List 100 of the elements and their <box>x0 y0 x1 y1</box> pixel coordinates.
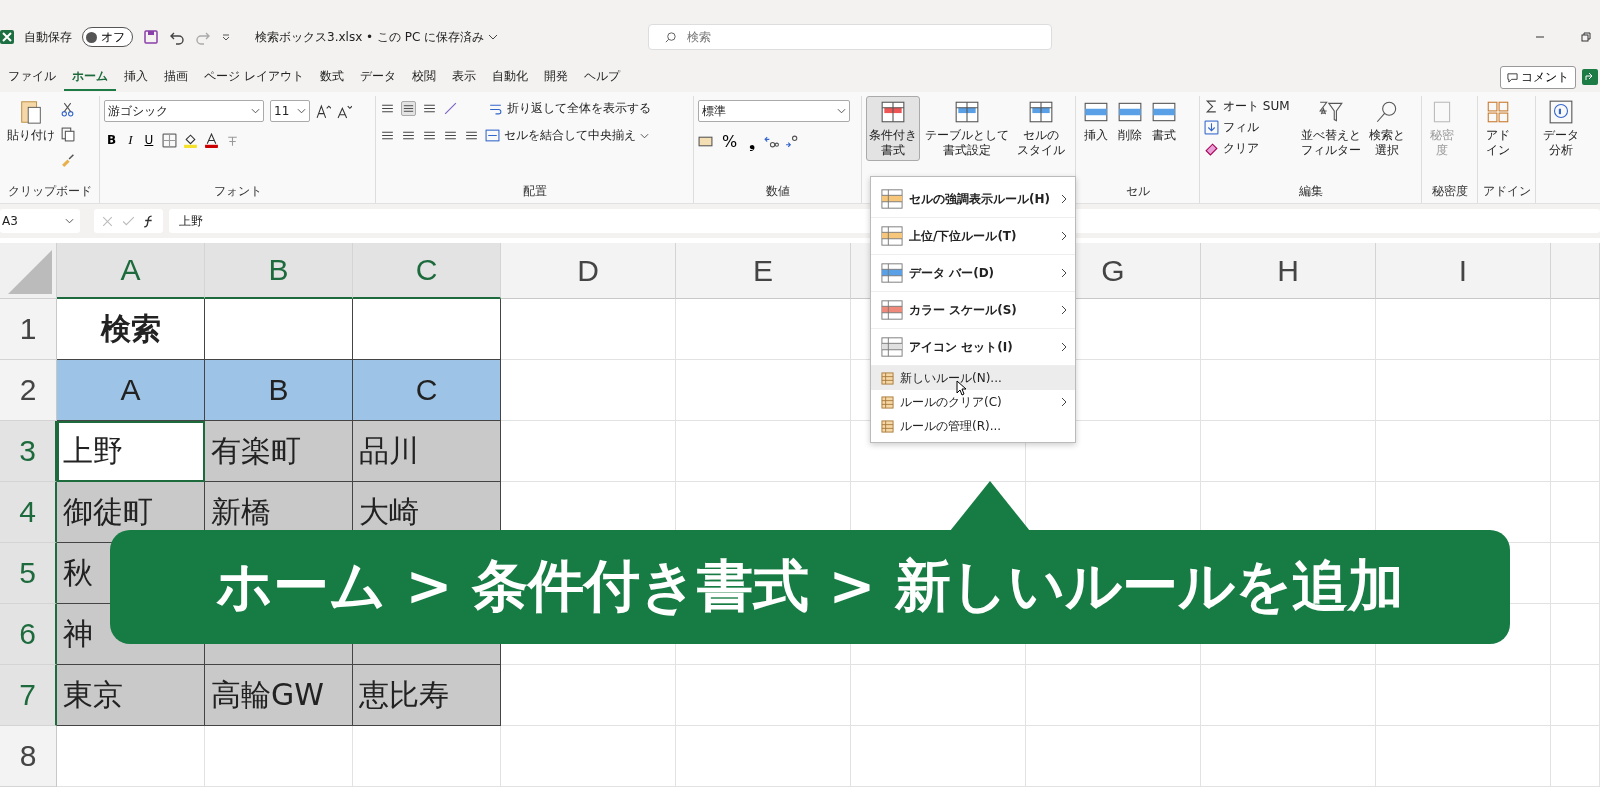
column-header[interactable]: I <box>1376 243 1551 299</box>
table-icon <box>880 99 906 125</box>
restore-icon[interactable] <box>1580 31 1592 43</box>
autosum-button[interactable]: オート SUM <box>1204 98 1290 115</box>
group-label: クリップボード <box>7 183 92 200</box>
cells-button[interactable]: 削除 <box>1114 96 1146 146</box>
menu-item[interactable]: ルールの管理(R)... <box>871 414 1075 438</box>
search-icon <box>664 31 678 44</box>
menu-item[interactable]: ルールのクリア(C) <box>871 390 1075 414</box>
menu-item[interactable]: 上位/下位ルール(T) <box>871 218 1075 255</box>
paste-button[interactable]: 貼り付け <box>4 96 58 146</box>
table-icon <box>881 225 903 247</box>
font-name-field[interactable]: 游ゴシック <box>104 100 264 122</box>
row-header[interactable]: 3 <box>0 421 57 482</box>
cells-button[interactable]: 書式 <box>1148 96 1180 146</box>
ribbon-tab[interactable]: 校閲 <box>403 63 444 91</box>
currency-icon[interactable] <box>698 134 713 149</box>
column-header[interactable]: B <box>205 243 353 299</box>
copy-icon[interactable] <box>60 127 75 142</box>
group-label: 秘密度 <box>1431 183 1468 200</box>
search-field[interactable]: 検索 <box>648 24 1053 50</box>
menu-item[interactable]: データ バー(D) <box>871 255 1075 292</box>
bold-button[interactable]: B <box>104 133 120 147</box>
row-header[interactable]: 5 <box>0 543 57 604</box>
percent-button[interactable]: % <box>719 132 741 151</box>
ribbon-tab[interactable]: データ <box>351 63 404 91</box>
ribbon-tab[interactable]: 数式 <box>311 63 352 91</box>
orientation-icon[interactable] <box>443 101 458 116</box>
share-icon[interactable] <box>1582 69 1598 85</box>
group-label: セル <box>1125 183 1150 200</box>
style-button[interactable]: 条件付き 書式 <box>866 96 920 161</box>
scissors-icon[interactable] <box>60 102 75 117</box>
save-icon[interactable] <box>143 29 159 45</box>
empty-cell <box>1551 543 1600 604</box>
menu-item[interactable]: カラー スケール(S) <box>871 292 1075 329</box>
column-header[interactable]: E <box>676 243 851 299</box>
fill-button[interactable]: フィル <box>1204 119 1259 136</box>
wrap-text-button[interactable]: 折り返して全体を表示する <box>488 100 651 117</box>
name-box[interactable]: A3 <box>0 209 80 233</box>
customize-icon[interactable] <box>221 32 231 42</box>
italic-button[interactable]: I <box>125 132 136 148</box>
ribbon-tab[interactable]: ホーム <box>64 63 116 91</box>
align-icon[interactable] <box>401 101 416 116</box>
shrink-font-icon[interactable] <box>337 103 352 119</box>
row-header[interactable]: 4 <box>0 482 57 543</box>
chevron-down-icon <box>65 218 74 224</box>
autosave-toggle[interactable]: オフ <box>82 27 133 47</box>
comma-button[interactable]: ❟ <box>746 132 759 151</box>
clear-button[interactable]: クリア <box>1204 140 1259 157</box>
menu-item[interactable]: 新しいルール(N)... <box>871 366 1075 390</box>
sort-filter-button[interactable]: 並べ替えと フィルター <box>1297 96 1364 161</box>
group-label: 数値 <box>765 183 790 200</box>
grow-font-icon[interactable] <box>316 103 331 119</box>
border-icon[interactable] <box>162 132 178 148</box>
row-header[interactable]: 1 <box>0 299 57 360</box>
number-format-field[interactable]: 標準 <box>698 100 850 122</box>
merge-center-button[interactable]: セルを結合して中央揃え <box>485 127 649 144</box>
ribbon-tab[interactable]: ヘルプ <box>575 63 628 91</box>
ribbon-tab[interactable]: 自動化 <box>483 63 536 91</box>
increase-decimal-icon[interactable] <box>764 134 780 149</box>
data-analysis-button[interactable]: データ 分析 <box>1540 96 1582 161</box>
ribbon-tab[interactable]: ページ レイアウト <box>196 63 312 91</box>
ribbon-tab[interactable]: 表示 <box>443 63 484 91</box>
brush-icon[interactable] <box>60 152 75 167</box>
column-header[interactable]: D <box>501 243 676 299</box>
group-label: アドイン <box>1482 183 1531 200</box>
chevron-right-icon <box>1061 397 1067 407</box>
underline-button[interactable]: U <box>141 133 157 147</box>
ribbon-tab[interactable]: 挿入 <box>116 63 156 91</box>
empty-cell <box>1551 604 1600 665</box>
column-header[interactable]: H <box>1201 243 1376 299</box>
empty-cell <box>1551 482 1600 543</box>
table-icon <box>881 299 903 321</box>
chevron-right-icon <box>1061 231 1067 241</box>
cells-button[interactable]: 挿入 <box>1080 96 1112 146</box>
ribbon-tab[interactable]: 開発 <box>535 63 576 91</box>
caption-text: ホーム > 条件付き書式 > 新しいルールを追加 <box>216 552 1404 620</box>
column-header[interactable]: C <box>353 243 501 299</box>
file-name[interactable]: 検索ボックス3.xlsx • この PC に保存済み <box>255 28 485 46</box>
menu-item[interactable]: セルの強調表示ルール(H) <box>871 181 1075 218</box>
find-select-button[interactable]: 検索と 選択 <box>1365 96 1408 161</box>
chevron-down-icon[interactable] <box>488 34 499 40</box>
column-header[interactable]: A <box>57 243 205 299</box>
row-header[interactable]: 7 <box>0 665 57 726</box>
row-header[interactable]: 2 <box>0 360 57 421</box>
font-color-icon[interactable] <box>204 132 220 148</box>
chevron-down-icon <box>640 132 649 139</box>
style-button[interactable]: テーブルとして 書式設定 <box>922 96 1012 161</box>
grid-icon <box>1485 99 1511 125</box>
empty-cell <box>1551 360 1600 421</box>
comment-button[interactable]: コメント <box>1500 65 1576 89</box>
fill-color-icon[interactable] <box>183 132 199 148</box>
row-header[interactable]: 8 <box>0 726 57 787</box>
addins-button[interactable]: アド イン <box>1482 96 1514 161</box>
font-size-field[interactable]: 11 <box>270 100 310 122</box>
ribbon-tab[interactable]: 描画 <box>156 63 196 91</box>
ribbon-tab[interactable]: ファイル <box>0 63 64 91</box>
chevron-right-icon <box>1061 194 1067 204</box>
style-button[interactable]: セルの スタイル <box>1014 96 1068 161</box>
row-header[interactable]: 6 <box>0 604 57 665</box>
